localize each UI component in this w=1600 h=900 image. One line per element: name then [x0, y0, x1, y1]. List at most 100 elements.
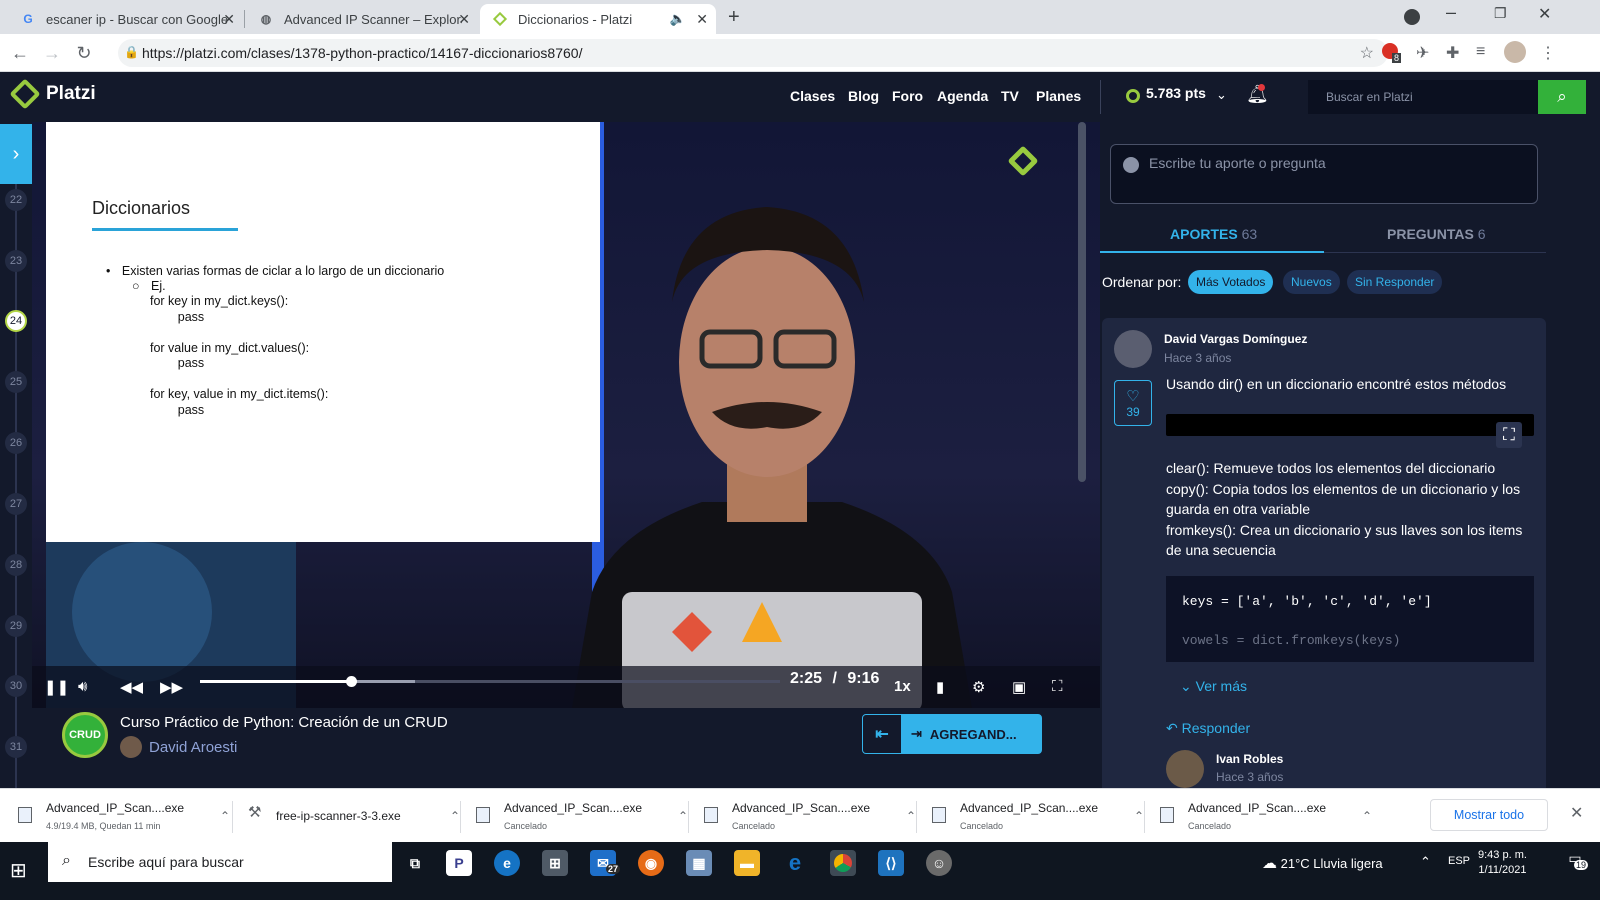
browser-tab-platzi[interactable]: Diccionarios - Platzi 🔈 ✕ [480, 4, 716, 34]
see-more-link[interactable]: ⌄ Ver más [1180, 678, 1247, 695]
author-avatar[interactable] [1114, 330, 1152, 368]
clock[interactable]: 9:43 p. m. 1/11/2021 [1478, 848, 1527, 878]
photos-icon[interactable]: ▦ [686, 850, 712, 876]
next-class-button[interactable]: ⇤ ⇥ AGREGAND... [862, 714, 1042, 754]
nav-link-agenda[interactable]: Agenda [937, 88, 988, 104]
download-item[interactable]: Advanced_IP_Scan....exe Cancelado ⌃ [472, 797, 692, 837]
reply-author-name[interactable]: Ivan Robles [1216, 752, 1283, 766]
app-icon-p[interactable]: P [446, 850, 472, 876]
expand-image-icon[interactable]: ⛶ [1496, 422, 1522, 448]
tray-chevron-icon[interactable]: ⌃ [1420, 854, 1431, 870]
settings-gear-icon[interactable]: ⚙ [972, 678, 985, 696]
download-item[interactable]: Advanced_IP_Scan....exe 4.9/19.4 MB, Que… [14, 797, 234, 837]
nav-link-foro[interactable]: Foro [892, 88, 923, 104]
back-arrow-icon[interactable]: ← [10, 43, 30, 64]
browser-tab-google[interactable]: G escaner ip - Buscar con Google ✕ [8, 4, 243, 34]
tab-aportes[interactable]: APORTES 63 [1170, 226, 1257, 242]
chevron-up-icon[interactable]: ⌃ [220, 809, 230, 823]
tab-preguntas[interactable]: PREGUNTAS 6 [1387, 226, 1486, 242]
download-item[interactable]: ⚒ free-ip-scanner-3-3.exe ⌃ [244, 797, 464, 837]
task-view-icon[interactable]: ⧉ [402, 850, 428, 876]
playback-speed[interactable]: 1x [894, 678, 911, 695]
fast-forward-icon[interactable]: ▶▶ [160, 678, 183, 696]
close-downloads-icon[interactable]: ✕ [1570, 803, 1583, 823]
download-item[interactable]: Advanced_IP_Scan....exe Cancelado ⌃ [1156, 797, 1376, 837]
progress-bar[interactable] [200, 676, 780, 687]
previous-class-icon[interactable]: ⇤ [863, 715, 901, 753]
nav-link-clases[interactable]: Clases [790, 88, 835, 104]
download-item[interactable]: Advanced_IP_Scan....exe Cancelado ⌃ [700, 797, 920, 837]
teacher-link[interactable]: David Aroesti [120, 736, 237, 758]
firefox-icon[interactable]: ◉ [638, 850, 664, 876]
menu-dots-icon[interactable]: ⋮ [1540, 43, 1556, 63]
profile-avatar[interactable] [1504, 41, 1526, 63]
close-icon[interactable]: ✕ [458, 11, 470, 28]
rewind-icon[interactable]: ◀◀ [120, 678, 143, 696]
reply-author-avatar[interactable] [1166, 750, 1204, 788]
platzi-search-input[interactable]: Buscar en Platzi [1308, 80, 1538, 114]
chevron-up-icon[interactable]: ⌃ [1362, 809, 1372, 823]
window-close-button[interactable]: ✕ [1538, 4, 1551, 24]
nav-link-planes[interactable]: Planes [1036, 88, 1081, 104]
vscode-icon[interactable]: ⟨⟩ [878, 850, 904, 876]
language-indicator[interactable]: ESP [1448, 855, 1470, 867]
lesson-marker[interactable]: 28 [5, 554, 27, 576]
bookmark-star-icon[interactable]: ☆ [1360, 43, 1374, 63]
post-image[interactable] [1166, 414, 1534, 436]
reading-list-icon[interactable]: ≡ [1476, 43, 1485, 61]
restore-button[interactable]: ❐ [1494, 5, 1507, 22]
sort-most-voted[interactable]: Más Votados [1188, 270, 1274, 294]
internet-explorer-icon[interactable]: e [782, 850, 808, 876]
lesson-marker[interactable]: 30 [5, 675, 27, 697]
lesson-marker[interactable]: 31 [5, 736, 27, 758]
close-icon[interactable]: ✕ [223, 11, 235, 28]
course-title[interactable]: Curso Práctico de Python: Creación de un… [120, 714, 448, 731]
video-player[interactable]: Diccionarios • Existen varias formas de … [32, 122, 1100, 708]
platzi-logo[interactable]: Platzi [9, 78, 96, 110]
reload-icon[interactable]: ↻ [74, 43, 94, 64]
lesson-marker[interactable]: 29 [5, 615, 27, 637]
lesson-marker[interactable]: 27 [5, 493, 27, 515]
mail-icon[interactable]: ✉ 27 [590, 850, 621, 876]
extension-red-icon[interactable]: 8 [1382, 43, 1402, 64]
taskbar-search-input[interactable]: ⌕ Escribe aquí para buscar [48, 842, 392, 882]
lesson-marker[interactable]: 22 [5, 189, 27, 211]
tab-search-icon[interactable] [1404, 9, 1420, 25]
show-all-button[interactable]: Mostrar todo [1430, 799, 1548, 831]
sort-new[interactable]: Nuevos [1283, 270, 1340, 294]
course-badge[interactable]: CRUD [62, 712, 108, 758]
extension-rocket-icon[interactable]: ✈ [1416, 43, 1429, 63]
reply-link[interactable]: ↶ Responder [1166, 720, 1250, 737]
lesson-marker[interactable]: 26 [5, 432, 27, 454]
forward-arrow-icon[interactable]: → [42, 43, 62, 64]
bookmark-icon[interactable]: ▮ [936, 678, 944, 696]
store-icon[interactable]: ⊞ [542, 850, 568, 876]
chrome-icon[interactable] [830, 850, 856, 876]
ask-input[interactable]: Escribe tu aporte o pregunta [1110, 144, 1538, 204]
chevron-up-icon[interactable]: ⌃ [678, 809, 688, 823]
browser-tab-advanced-ip[interactable]: ◍ Advanced IP Scanner – Explorado ✕ [246, 4, 478, 34]
url-field[interactable]: 🔒 https://platzi.com/clases/1378-python-… [118, 39, 1388, 67]
chevron-up-icon[interactable]: ⌃ [1134, 809, 1144, 823]
author-name[interactable]: David Vargas Domínguez [1164, 332, 1307, 346]
volume-icon[interactable]: 🔊︎ [78, 678, 87, 695]
pause-icon[interactable]: ❚❚ [44, 678, 69, 696]
points-value[interactable]: 5.783 pts [1146, 85, 1206, 101]
minimize-button[interactable]: – [1446, 2, 1456, 23]
lesson-marker[interactable]: 25 [5, 371, 27, 393]
page-scrollbar[interactable] [1078, 122, 1086, 482]
windows-start-icon[interactable]: ⊞ [10, 858, 36, 884]
sort-unanswered[interactable]: Sin Responder [1347, 270, 1443, 294]
extensions-puzzle-icon[interactable]: ✚ [1446, 43, 1459, 63]
lesson-marker-current[interactable]: 24 [5, 310, 27, 332]
expand-rail-button[interactable]: › [0, 124, 32, 184]
app-icon-robot[interactable]: ☺ [926, 850, 952, 876]
speaker-icon[interactable]: 🔈 [670, 11, 686, 27]
search-button[interactable]: ⌕ [1538, 80, 1586, 114]
picture-in-picture-icon[interactable]: ▣ [1012, 678, 1026, 696]
lesson-marker[interactable]: 23 [5, 250, 27, 272]
nav-link-blog[interactable]: Blog [848, 88, 879, 104]
like-button[interactable]: ♡ 39 [1114, 380, 1152, 426]
weather-widget[interactable]: ☁ 21°C Lluvia ligera [1262, 854, 1383, 872]
chevron-up-icon[interactable]: ⌃ [450, 809, 460, 823]
